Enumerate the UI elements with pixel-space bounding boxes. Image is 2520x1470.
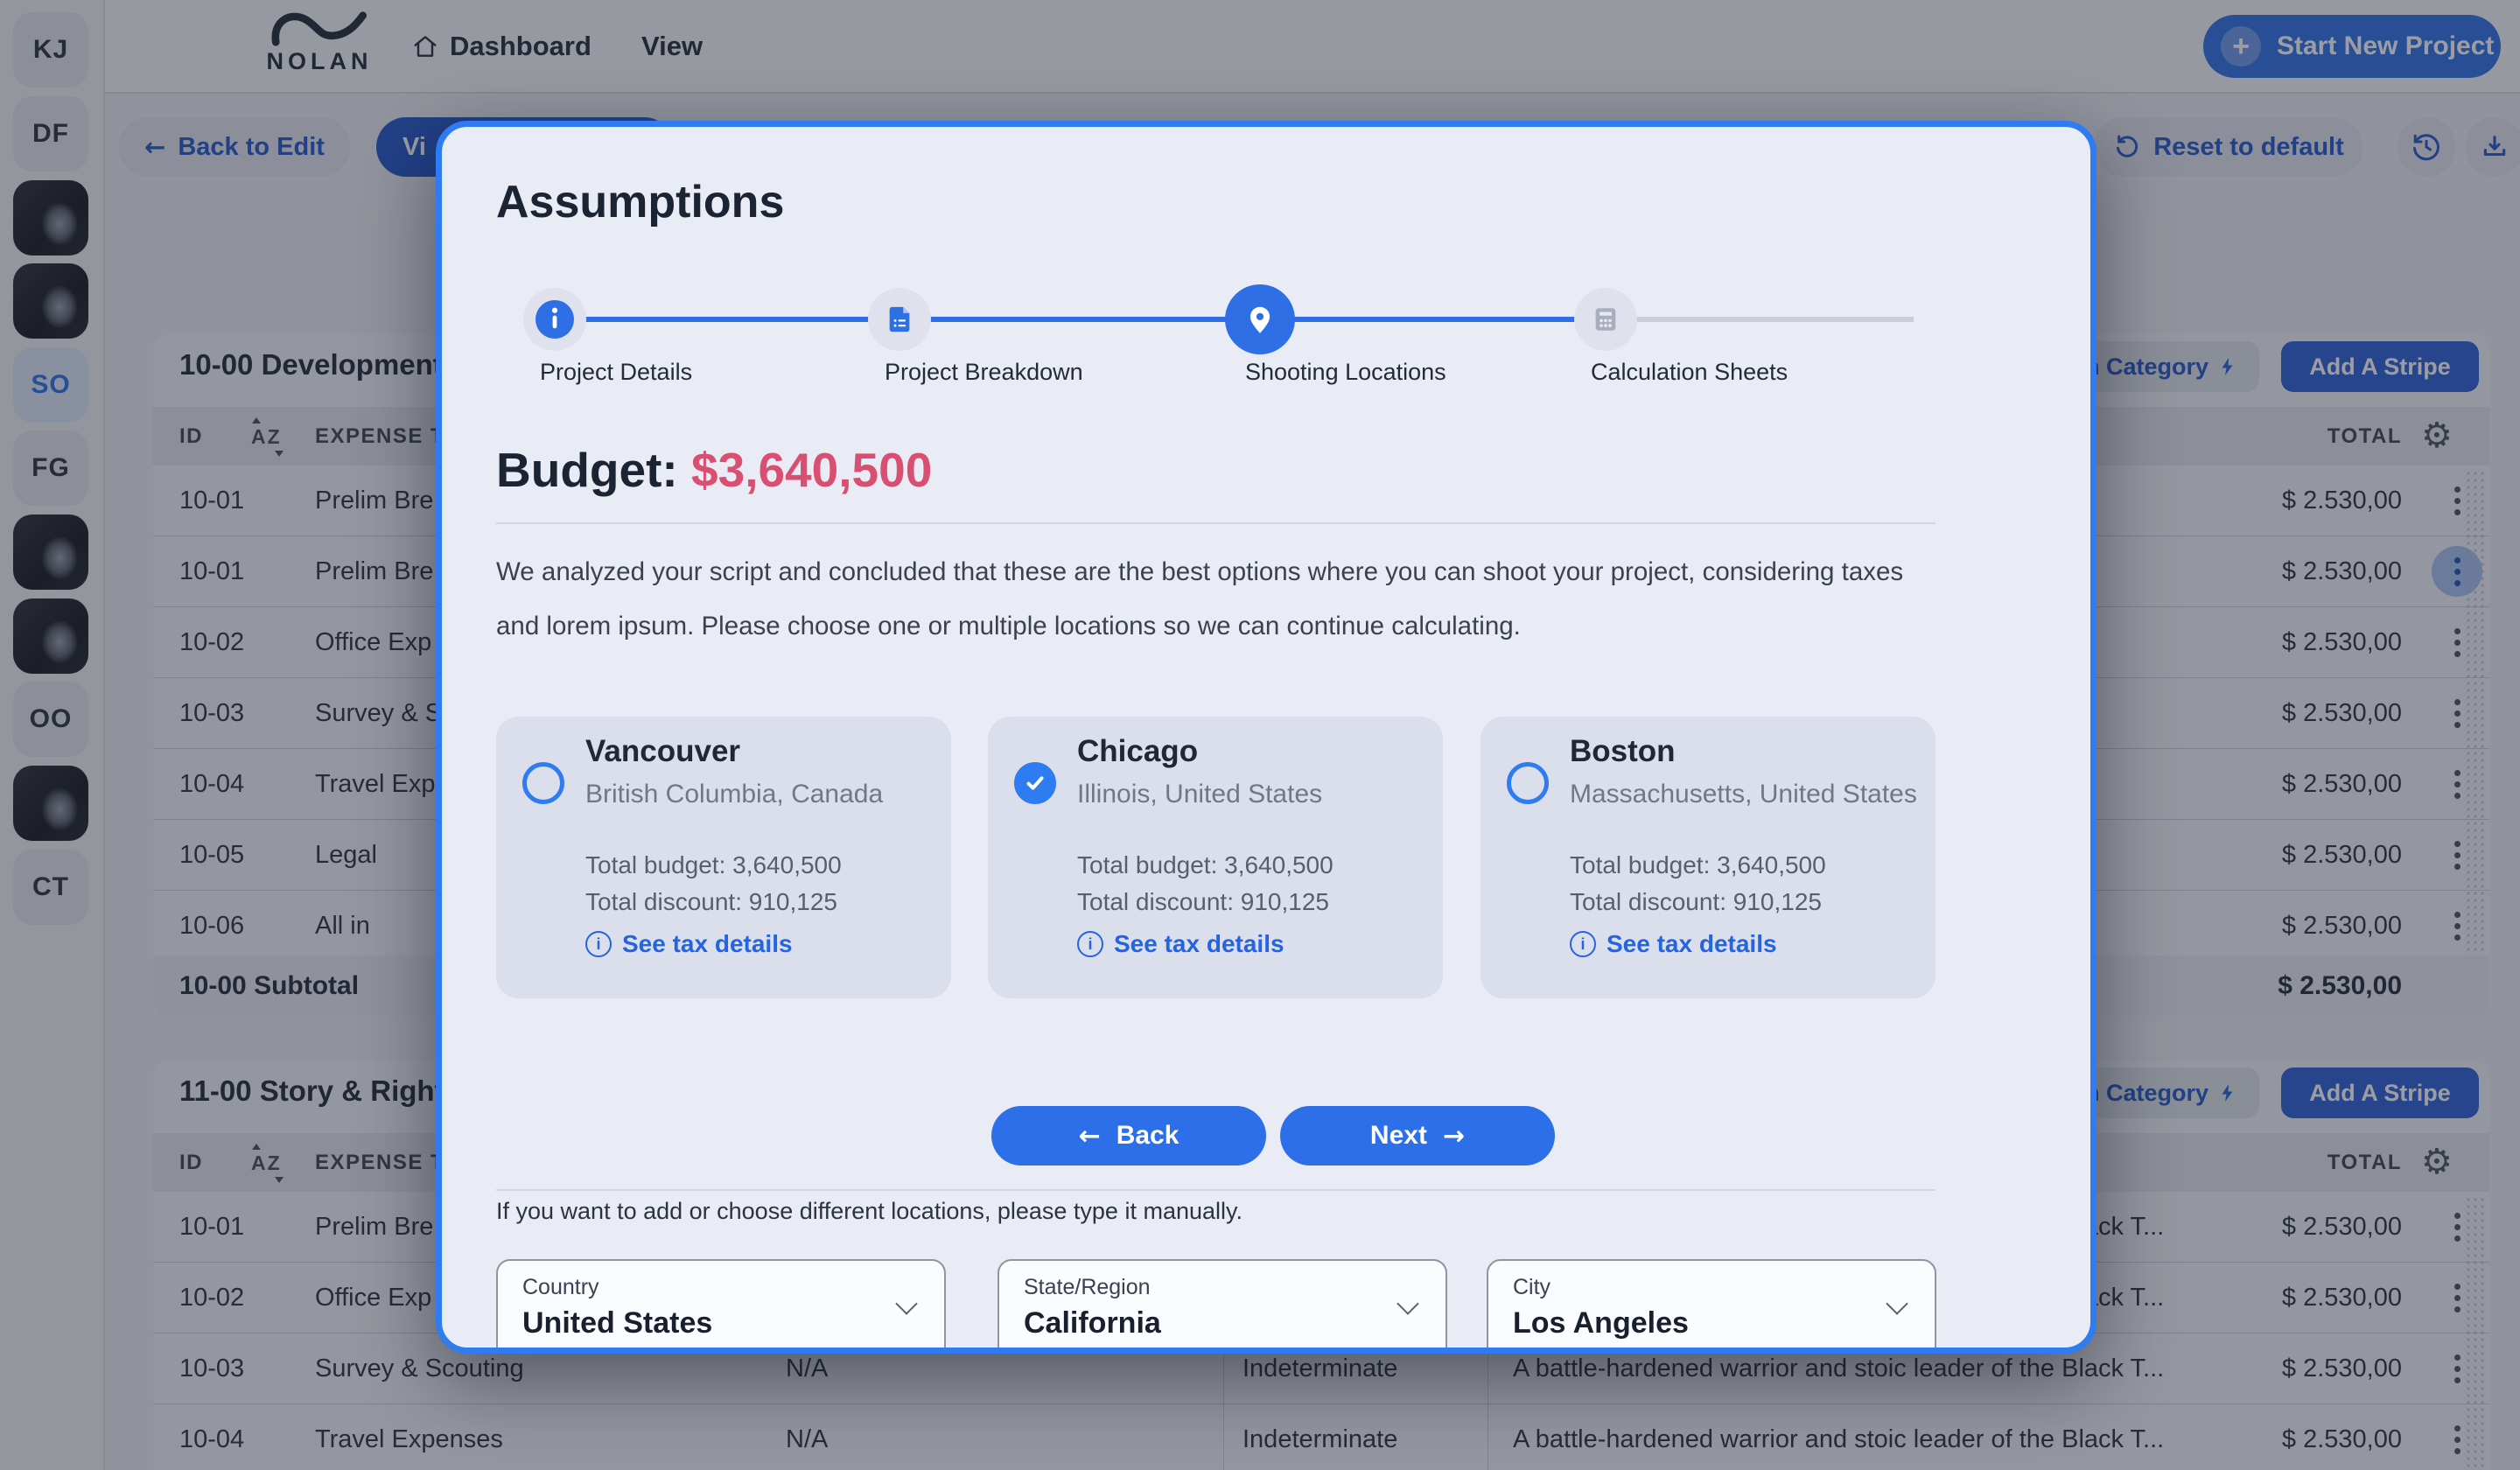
modal-description: We analyzed your script and concluded th… [496, 545, 1936, 654]
location-total-discount: Total discount: 910,125 [585, 888, 837, 916]
app-root: NOLAN Dashboard View + Start New Project… [0, 0, 2520, 1470]
next-button[interactable]: Next → [1280, 1106, 1555, 1166]
select-label: City [1513, 1275, 1550, 1300]
location-total-budget: Total budget: 3,640,500 [1570, 851, 1826, 879]
stepper-line-remaining [1606, 317, 1914, 322]
manual-location-note: If you want to add or choose different l… [496, 1198, 1242, 1225]
location-total-discount: Total discount: 910,125 [1077, 888, 1329, 916]
calculator-icon [1574, 288, 1637, 351]
select-value: Los Angeles [1513, 1306, 1689, 1340]
assumptions-modal: Assumptions Project Details Project Brea… [436, 121, 2096, 1354]
arrow-right-icon: → [1443, 1121, 1465, 1152]
back-button[interactable]: ← Back [991, 1106, 1266, 1166]
pin-icon [1225, 284, 1295, 354]
state-region-select[interactable]: State/Region California [998, 1259, 1447, 1354]
location-region: Massachusetts, United States [1570, 780, 1917, 809]
chevron-down-icon [895, 1292, 917, 1314]
chevron-down-icon [1396, 1292, 1418, 1314]
info-icon [1570, 931, 1596, 957]
city-select[interactable]: City Los Angeles [1487, 1259, 1936, 1354]
modal-title: Assumptions [496, 176, 784, 228]
arrow-left-icon: ← [1079, 1121, 1101, 1152]
chevron-down-icon [1886, 1292, 1908, 1314]
location-region: British Columbia, Canada [585, 780, 883, 809]
see-tax-details-link[interactable]: See tax details [1570, 930, 1777, 958]
location-total-budget: Total budget: 3,640,500 [1077, 851, 1334, 879]
location-total-budget: Total budget: 3,640,500 [585, 851, 842, 879]
location-region: Illinois, United States [1077, 780, 1322, 809]
select-value: California [1024, 1306, 1161, 1340]
info-icon [523, 288, 586, 351]
check-icon [1022, 770, 1048, 796]
budget-heading: Budget: $3,640,500 [496, 442, 932, 498]
info-icon [585, 931, 612, 957]
info-icon [1077, 931, 1103, 957]
select-label: Country [522, 1275, 599, 1300]
see-tax-details-link[interactable]: See tax details [585, 930, 793, 958]
step-label: Project Breakdown [885, 359, 1083, 386]
see-tax-details-link[interactable]: See tax details [1077, 930, 1284, 958]
document-icon [868, 288, 931, 351]
select-value: United States [522, 1306, 712, 1340]
step-label: Project Details [540, 359, 692, 386]
location-card-boston[interactable]: Boston Massachusetts, United States Tota… [1480, 717, 1936, 998]
location-city: Vancouver [585, 734, 740, 769]
location-checkbox[interactable] [522, 762, 564, 804]
location-checkbox[interactable] [1507, 762, 1549, 804]
location-card-vancouver[interactable]: Vancouver British Columbia, Canada Total… [496, 717, 951, 998]
location-city: Boston [1570, 734, 1676, 769]
budget-value: $3,640,500 [691, 443, 932, 497]
location-city: Chicago [1077, 734, 1198, 769]
step-label: Shooting Locations [1245, 359, 1446, 386]
location-total-discount: Total discount: 910,125 [1570, 888, 1822, 916]
step-label: Calculation Sheets [1591, 359, 1788, 386]
select-label: State/Region [1024, 1275, 1151, 1300]
stepper-line-complete [555, 317, 1606, 322]
divider [496, 1189, 1936, 1191]
location-checkbox[interactable] [1014, 762, 1056, 804]
divider [496, 522, 1936, 524]
location-card-chicago[interactable]: Chicago Illinois, United States Total bu… [988, 717, 1443, 998]
country-select[interactable]: Country United States [496, 1259, 946, 1354]
